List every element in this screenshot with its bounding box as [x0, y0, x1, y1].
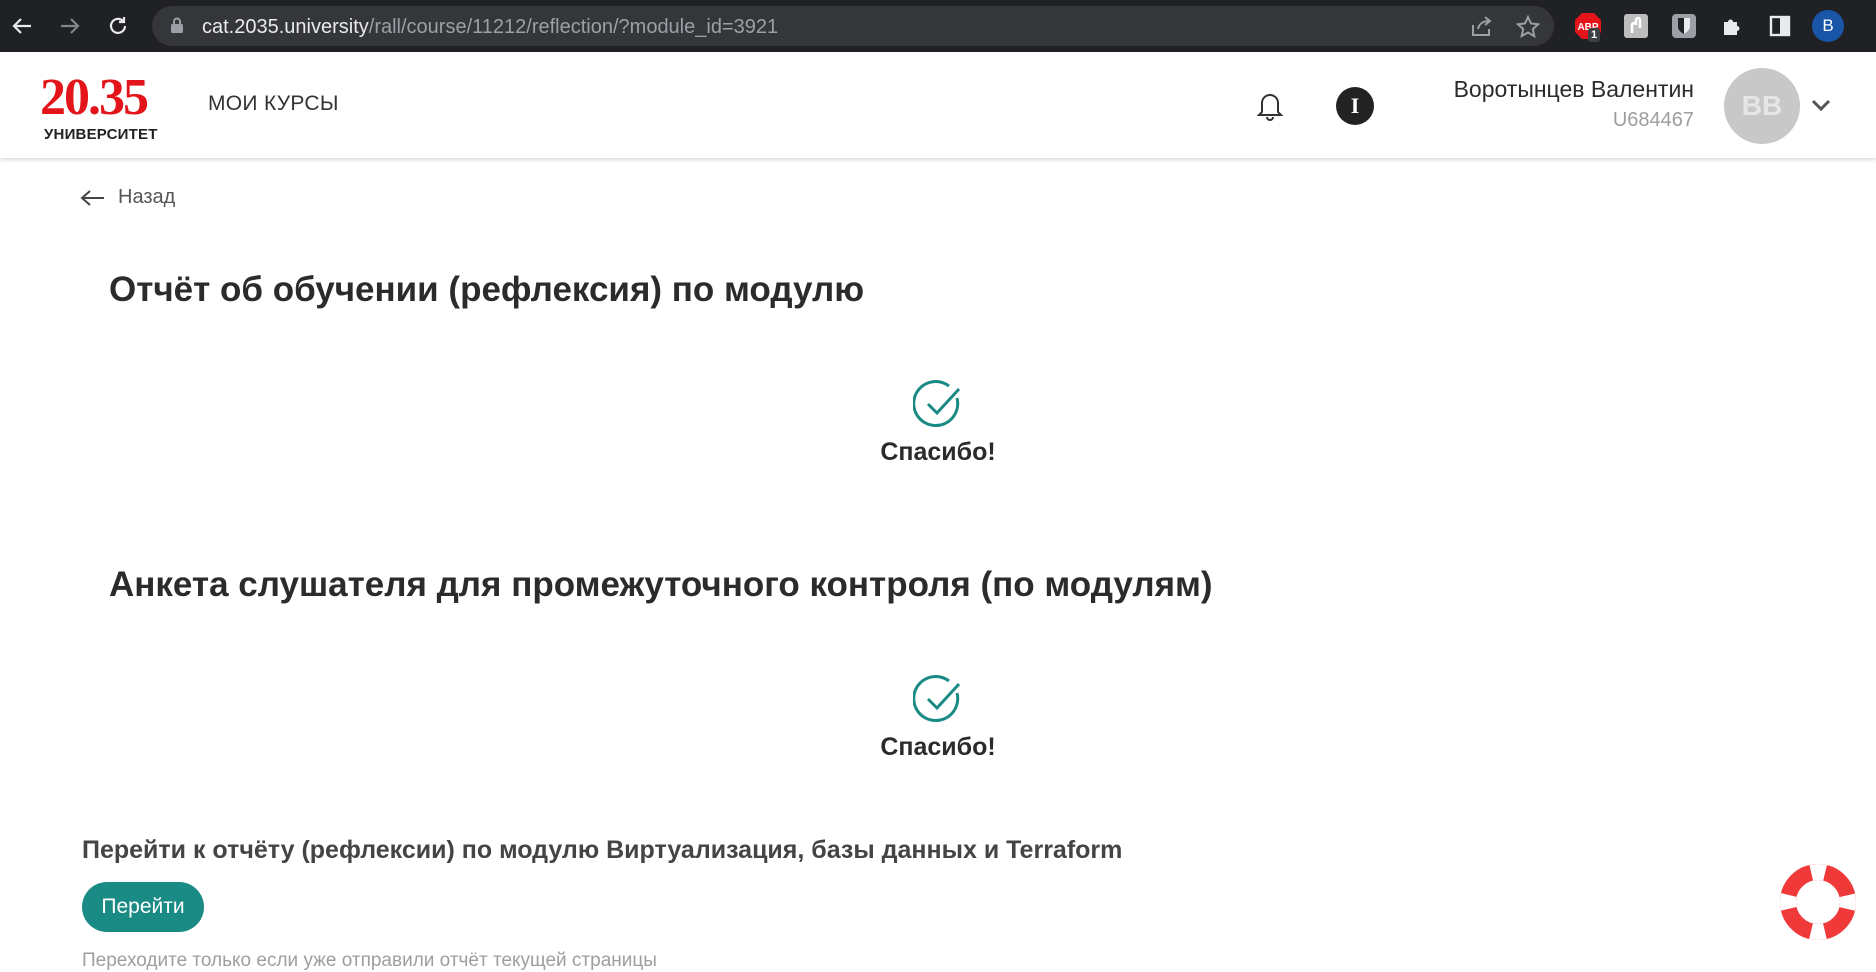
logo-number: 20.35 — [40, 69, 149, 126]
notifications-button[interactable] — [1254, 88, 1286, 122]
back-link[interactable]: Назад — [80, 186, 175, 209]
goto-hint: Переходите только если уже отправили отч… — [82, 950, 657, 971]
share-icon[interactable] — [1470, 15, 1494, 37]
url-host: cat.2035.university — [202, 16, 369, 38]
thanks-text: Спасибо! — [880, 733, 996, 761]
address-bar[interactable]: cat.2035.university/rall/course/11212/re… — [152, 6, 1554, 46]
logo-subtitle: УНИВЕРСИТЕТ — [44, 126, 158, 143]
goto-button[interactable]: Перейти — [82, 882, 204, 932]
support-button[interactable] — [1780, 864, 1856, 940]
avatar[interactable]: ВВ — [1724, 68, 1800, 144]
browser-back-button[interactable] — [4, 8, 40, 44]
reflection-status: Спасибо! — [0, 380, 1876, 467]
nav-my-courses[interactable]: МОИ КУРСЫ — [208, 92, 339, 116]
extensions-menu-button[interactable] — [1716, 10, 1748, 42]
browser-profile-avatar[interactable]: B — [1812, 10, 1844, 42]
thanks-text: Спасибо! — [880, 438, 996, 466]
lock-icon — [171, 17, 183, 33]
site-header: 20.35 УНИВЕРСИТЕТ МОИ КУРСЫ I Воротынцев… — [0, 52, 1876, 158]
forward-arrow-icon — [61, 18, 80, 34]
adblock-badge: 1 — [1588, 28, 1601, 42]
bitwarden-icon — [1672, 14, 1696, 38]
url-text: cat.2035.university/rall/course/11212/re… — [202, 16, 778, 39]
goto-description: Перейти к отчёту (рефлексии) по модулю В… — [82, 836, 1123, 864]
side-panel-icon — [1769, 15, 1791, 37]
browser-forward-button[interactable] — [52, 8, 88, 44]
user-id: U684467 — [1612, 109, 1694, 131]
reflection-title: Отчёт об обучении (рефлексия) по модулю — [109, 270, 865, 309]
adblock-extension[interactable]: ABP 1 — [1572, 10, 1604, 42]
extension-button[interactable] — [1620, 10, 1652, 42]
survey-status: Спасибо! — [0, 675, 1876, 762]
survey-title: Анкета слушателя для промежуточного конт… — [109, 565, 1213, 604]
star-icon[interactable] — [1516, 15, 1540, 39]
puzzle-icon — [1724, 19, 1740, 35]
info-icon[interactable]: I — [1336, 87, 1374, 125]
back-label: Назад — [118, 186, 176, 208]
url-path: /rall/course/11212/reflection/?module_id… — [368, 16, 779, 38]
extension-icon — [1624, 14, 1648, 38]
chevron-down-icon[interactable] — [1810, 98, 1832, 112]
check-circle-icon — [913, 675, 961, 722]
user-name[interactable]: Воротынцев Валентин — [1454, 76, 1694, 103]
reload-icon — [109, 17, 127, 34]
bitwarden-extension[interactable] — [1668, 10, 1700, 42]
browser-reload-button[interactable] — [100, 8, 136, 44]
browser-toolbar: cat.2035.university/rall/course/11212/re… — [0, 0, 1876, 52]
side-panel-button[interactable] — [1764, 10, 1796, 42]
arrow-left-icon — [80, 189, 104, 206]
back-arrow-icon — [12, 18, 31, 34]
university-logo[interactable]: 20.35 УНИВЕРСИТЕТ — [40, 70, 170, 146]
lifebuoy-icon — [1780, 864, 1856, 940]
check-circle-icon — [913, 380, 961, 427]
bell-icon — [1256, 94, 1284, 121]
